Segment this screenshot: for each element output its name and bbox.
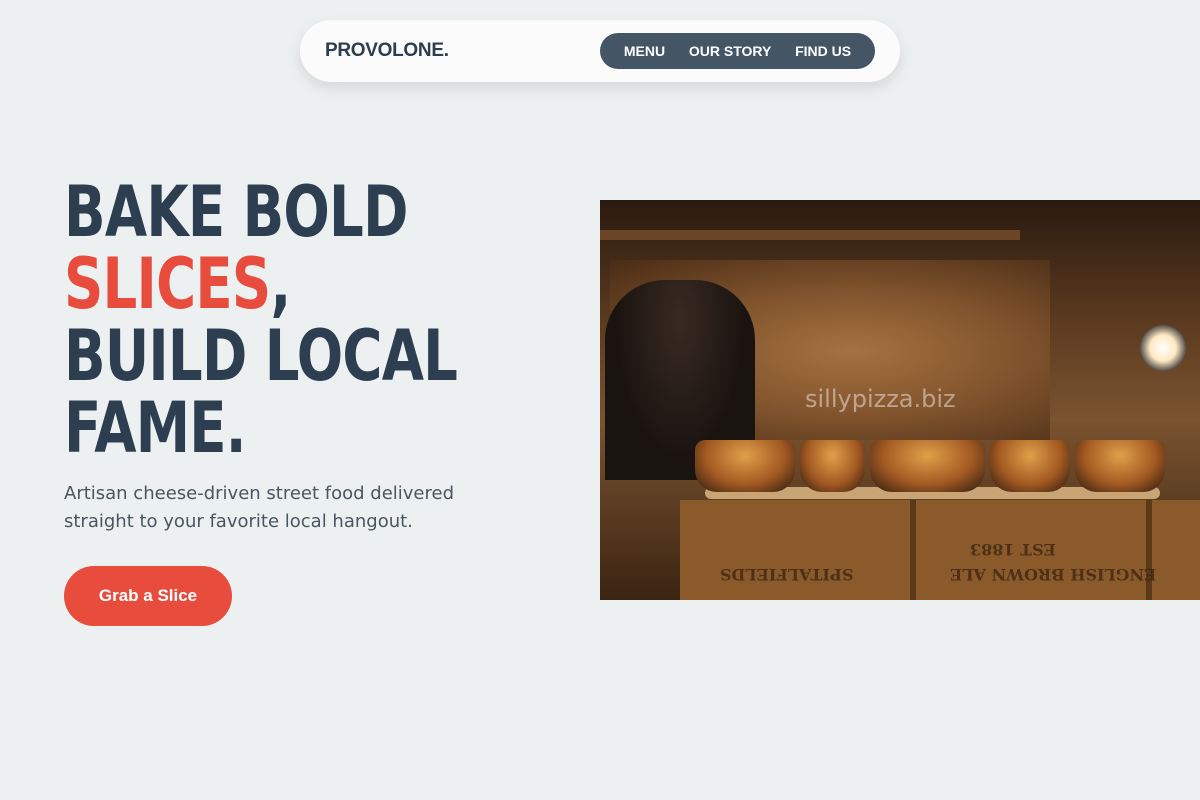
photo-shelf <box>600 230 1020 240</box>
grab-a-slice-button[interactable]: Grab a Slice <box>64 566 232 626</box>
brand-logo[interactable]: PROVOLONE. <box>325 40 449 62</box>
hero-food-photo: SPITALFIELDS EST 1883 ENGLISH BROWN ALE … <box>600 200 1200 600</box>
crate-label-3: ENGLISH BROWN ALE <box>950 565 1157 584</box>
crate-label-2: EST 1883 <box>970 540 1056 559</box>
photo-wooden-crates <box>680 500 1200 600</box>
headline-line-2: SLICES, <box>64 248 501 320</box>
top-navbar: PROVOLONE. MENU OUR STORY FIND US <box>300 20 900 82</box>
headline-comma: , <box>270 243 291 325</box>
nav-link-our-story[interactable]: OUR STORY <box>689 43 771 59</box>
nav-links-pill: MENU OUR STORY FIND US <box>600 33 875 69</box>
photo-food-wrap <box>990 440 1070 492</box>
headline-line-1: BAKE BOLD <box>64 171 408 253</box>
hero-subtitle: Artisan cheese-driven street food delive… <box>64 483 455 532</box>
nav-link-find-us[interactable]: FIND US <box>795 43 851 59</box>
photo-food-plate <box>870 440 985 492</box>
photo-watermark: sillypizza.biz <box>805 385 956 413</box>
headline-accent-word: SLICES <box>64 243 271 325</box>
nav-link-menu[interactable]: MENU <box>624 43 665 59</box>
headline-line-3: BUILD LOCAL <box>64 315 458 397</box>
crate-label-1: SPITALFIELDS <box>720 565 854 584</box>
photo-food-tray <box>1075 440 1165 492</box>
headline-line-4: FAME. <box>64 387 247 469</box>
photo-food-burger <box>800 440 865 492</box>
photo-lamp <box>1140 325 1186 371</box>
hero-headline: BAKE BOLD SLICES, BUILD LOCAL FAME. <box>64 176 501 464</box>
photo-food-bowl <box>695 440 795 492</box>
